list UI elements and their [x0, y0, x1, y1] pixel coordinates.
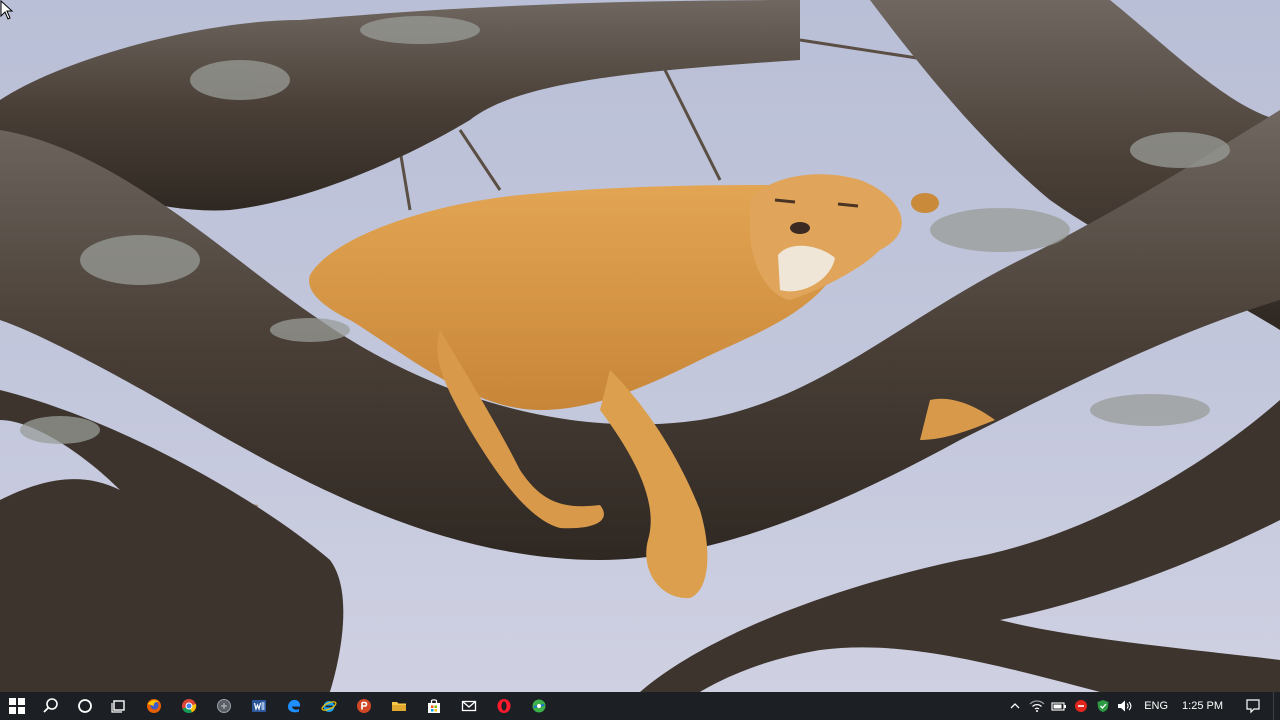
word-icon: [251, 700, 266, 712]
taskbar: ENG 1:25 PM: [0, 692, 1280, 720]
wifi-icon: [1029, 700, 1045, 712]
taskbar-app-firefox[interactable]: [136, 692, 171, 720]
taskbar-app-gray[interactable]: [206, 692, 241, 720]
taskbar-app-green[interactable]: [521, 692, 556, 720]
opera-icon: [497, 699, 510, 713]
desktop-wallpaper: [0, 0, 1280, 692]
shield-icon: [1097, 700, 1109, 712]
chrome-icon: [181, 699, 196, 714]
action-center-button[interactable]: [1233, 692, 1273, 720]
tray-red-app[interactable]: [1070, 692, 1092, 720]
mouse-cursor-icon: [0, 0, 14, 20]
tray-battery[interactable]: [1048, 692, 1070, 720]
powerpoint-icon: [356, 699, 371, 713]
taskbar-app-edge[interactable]: [276, 692, 311, 720]
taskbar-app-powerpoint[interactable]: [346, 692, 381, 720]
clock-time[interactable]: 1:25 PM: [1176, 700, 1233, 712]
taskbar-app-mail[interactable]: [451, 692, 486, 720]
red-badge-icon: [1075, 700, 1088, 712]
taskbar-app-internet-explorer[interactable]: [311, 692, 346, 720]
wallpaper-image: [0, 0, 1280, 692]
taskbar-app-opera[interactable]: [486, 692, 521, 720]
search-icon: [43, 698, 58, 713]
windows-logo-icon: [9, 698, 25, 714]
action-center-icon: [1246, 699, 1260, 714]
taskbar-app-chrome[interactable]: [171, 692, 206, 720]
language-indicator[interactable]: ENG: [1136, 700, 1176, 712]
gray-circle-app-icon: [216, 699, 231, 713]
edge-icon: [287, 699, 300, 713]
taskbar-app-file-explorer[interactable]: [381, 692, 416, 720]
tray-volume[interactable]: [1114, 692, 1136, 720]
task-view-icon: [111, 700, 125, 713]
tray-wifi[interactable]: [1026, 692, 1048, 720]
chevron-up-icon: [1010, 703, 1020, 709]
tray-overflow-button[interactable]: [1004, 692, 1026, 720]
tray-security[interactable]: [1092, 692, 1114, 720]
green-app-icon: [532, 699, 545, 713]
start-button[interactable]: [0, 692, 34, 720]
show-desktop-button[interactable]: [1273, 692, 1280, 720]
firefox-icon: [146, 699, 161, 713]
taskbar-app-store[interactable]: [416, 692, 451, 720]
cortana-circle-icon: [78, 699, 92, 713]
folder-icon: [391, 702, 406, 711]
battery-icon: [1051, 702, 1067, 711]
store-bag-icon: [427, 699, 440, 713]
search-button[interactable]: [34, 692, 68, 720]
volume-icon: [1118, 700, 1132, 712]
mail-icon: [461, 700, 476, 712]
taskbar-app-word[interactable]: [241, 692, 276, 720]
task-view-button[interactable]: [102, 692, 136, 720]
internet-explorer-icon: [320, 701, 337, 712]
cortana-button[interactable]: [68, 692, 102, 720]
